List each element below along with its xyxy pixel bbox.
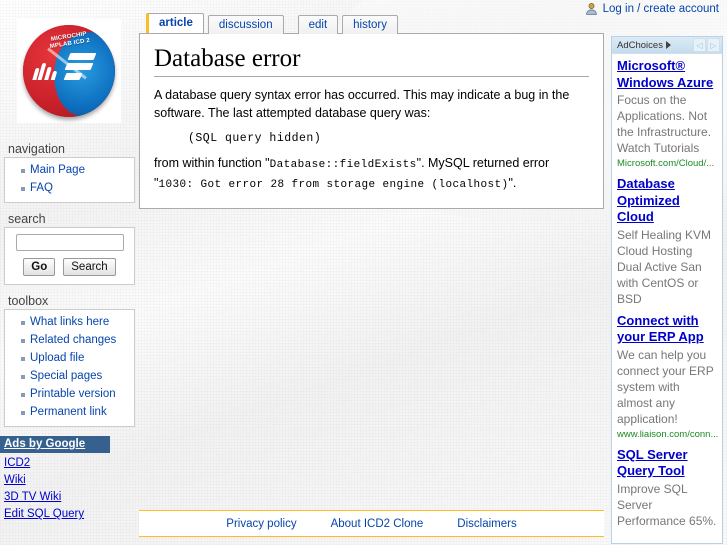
- ad-display-url: www.liaison.com/conn...: [617, 428, 719, 440]
- toolbox-body: What links here Related changes Upload f…: [4, 309, 135, 427]
- list-item[interactable]: Main Page: [21, 162, 134, 179]
- toolbox-list: What links here Related changes Upload f…: [5, 314, 134, 421]
- page-tabs: article discussion edit history: [139, 12, 604, 34]
- ad-description: Improve SQL Server Performance 65%.: [617, 481, 717, 528]
- sidebar-item-permanent-link[interactable]: Permanent link: [30, 406, 107, 418]
- prev-arrow-icon[interactable]: ◁: [693, 38, 706, 52]
- search-go-button[interactable]: [23, 258, 56, 276]
- cd-logo-mark: [63, 52, 99, 83]
- search-heading: search: [8, 212, 46, 226]
- error-intro-paragraph: A database query syntax error has occurr…: [154, 88, 570, 120]
- logo-container[interactable]: MICROCHIP MPLAB ICD 2: [0, 0, 138, 142]
- list-item[interactable]: Printable version: [21, 386, 134, 403]
- search-buttons: [11, 258, 128, 276]
- navigation-body: Main Page FAQ: [4, 157, 135, 203]
- error-prefix-text: from within function ": [154, 156, 270, 170]
- search-body: [4, 227, 135, 285]
- ad-unit-sql-server: SQL Server Query Tool Improve SQL Server…: [612, 443, 722, 531]
- ad-unit-erp: Connect with your ERP App We can help yo…: [612, 309, 722, 443]
- page-title: Database error: [154, 44, 589, 77]
- sidebar-item-printable-version[interactable]: Printable version: [30, 388, 116, 400]
- tab-discussion[interactable]: discussion: [207, 15, 284, 34]
- cd-disc-graphic: MICROCHIP MPLAB ICD 2: [23, 25, 115, 117]
- list-item[interactable]: Related changes: [21, 332, 134, 349]
- next-arrow-icon[interactable]: ▷: [707, 38, 720, 52]
- sidebar-ad-link-edit-sql-query[interactable]: Edit SQL Query: [4, 506, 110, 523]
- sidebar-ad-link-icd2[interactable]: ICD2: [4, 455, 110, 472]
- error-code-text: 1030: Got error 28 from storage engine (…: [158, 179, 509, 191]
- ad-description: Self Healing KVM Cloud Hosting Dual Acti…: [617, 227, 712, 306]
- ad-title-link[interactable]: SQL Server Query Tool: [617, 447, 688, 479]
- list-item[interactable]: Permanent link: [21, 404, 134, 421]
- sql-query-block: (SQL query hidden): [188, 132, 322, 145]
- error-function-name: Database::fieldExists: [269, 159, 417, 171]
- tab-article[interactable]: article: [146, 13, 204, 33]
- portlet-search: search: [4, 212, 135, 285]
- content-body: Database error A database query syntax e…: [139, 33, 604, 209]
- sidebar-item-main-page[interactable]: Main Page: [30, 164, 85, 176]
- sidebar-item-special-pages[interactable]: Special pages: [30, 370, 102, 382]
- advertisement-column: AdChoices ◁ ▷ Microsoft® Windows Azure F…: [611, 36, 723, 544]
- ad-title-link[interactable]: Connect with your ERP App: [617, 313, 704, 345]
- search-input[interactable]: [15, 234, 124, 251]
- footer: Privacy policy About ICD2 Clone Disclaim…: [139, 510, 604, 537]
- user-icon: [585, 2, 598, 15]
- sidebar-item-faq[interactable]: FAQ: [30, 182, 53, 194]
- login-create-account-link[interactable]: Log in / create account: [603, 3, 719, 15]
- tab-edit[interactable]: edit: [297, 15, 339, 34]
- sidebar-ad-link-wiki[interactable]: Wiki: [4, 472, 110, 489]
- portlet-navigation: navigation Main Page FAQ: [4, 142, 135, 203]
- list-item[interactable]: Upload file: [21, 350, 134, 367]
- footer-link-about[interactable]: About ICD2 Clone: [331, 518, 424, 530]
- ad-unit-azure: Microsoft® Windows Azure Focus on the Ap…: [612, 54, 722, 172]
- list-item[interactable]: Special pages: [21, 368, 134, 385]
- ad-unit-database-cloud: Database Optimized Cloud Self Healing KV…: [612, 172, 722, 309]
- adchoices-bar: AdChoices ◁ ▷: [612, 37, 722, 54]
- personal-bar: Log in / create account: [585, 2, 719, 15]
- list-item[interactable]: What links here: [21, 314, 134, 331]
- search-search-button[interactable]: [63, 258, 116, 276]
- portlet-toolbox: toolbox What links here Related changes …: [4, 294, 135, 427]
- sidebar-item-what-links-here[interactable]: What links here: [30, 316, 109, 328]
- sidebar-item-related-changes[interactable]: Related changes: [30, 334, 116, 346]
- adchoices-triangle-icon: [665, 41, 671, 49]
- sidebar-item-upload-file[interactable]: Upload file: [30, 352, 84, 364]
- list-item[interactable]: FAQ: [21, 180, 134, 197]
- error-suffix-text: ".: [508, 176, 517, 190]
- content-column: article discussion edit history Database…: [139, 12, 604, 209]
- ad-display-url: Microsoft.com/Cloud/...: [617, 158, 715, 169]
- sidebar-ad-link-3d-tv-wiki[interactable]: 3D TV Wiki: [4, 489, 110, 506]
- ad-description: Focus on the Applications. Not the Infra…: [617, 93, 712, 155]
- ad-carousel-arrows: ◁ ▷: [693, 38, 720, 52]
- ad-description: We can help you connect your ERP system …: [617, 347, 714, 426]
- footer-link-privacy-policy[interactable]: Privacy policy: [226, 518, 296, 530]
- navigation-list: Main Page FAQ: [5, 162, 134, 197]
- site-logo-image[interactable]: MICROCHIP MPLAB ICD 2: [17, 19, 121, 123]
- body-content: A database query syntax error has occurr…: [154, 86, 589, 194]
- sidebar: MICROCHIP MPLAB ICD 2 navigation Main Pa…: [0, 0, 138, 523]
- footer-link-disclaimers[interactable]: Disclaimers: [457, 518, 516, 530]
- ad-title-link[interactable]: Database Optimized Cloud: [617, 176, 680, 224]
- ads-by-google-heading[interactable]: Ads by Google: [0, 436, 110, 453]
- tab-history[interactable]: history: [342, 15, 399, 34]
- adchoices-label-group[interactable]: AdChoices: [617, 40, 671, 51]
- sidebar-google-ads: Ads by Google ICD2 Wiki 3D TV Wiki Edit …: [0, 436, 110, 523]
- navigation-heading: navigation: [8, 142, 65, 156]
- cd-flame-marks: [32, 58, 58, 81]
- toolbox-heading: toolbox: [8, 294, 49, 308]
- ad-title-link[interactable]: Microsoft® Windows Azure: [617, 58, 713, 90]
- adchoices-label: AdChoices: [617, 39, 663, 51]
- error-detail-paragraph: from within function "Database::fieldExi…: [154, 154, 589, 194]
- ads-by-google-list: ICD2 Wiki 3D TV Wiki Edit SQL Query: [0, 453, 110, 523]
